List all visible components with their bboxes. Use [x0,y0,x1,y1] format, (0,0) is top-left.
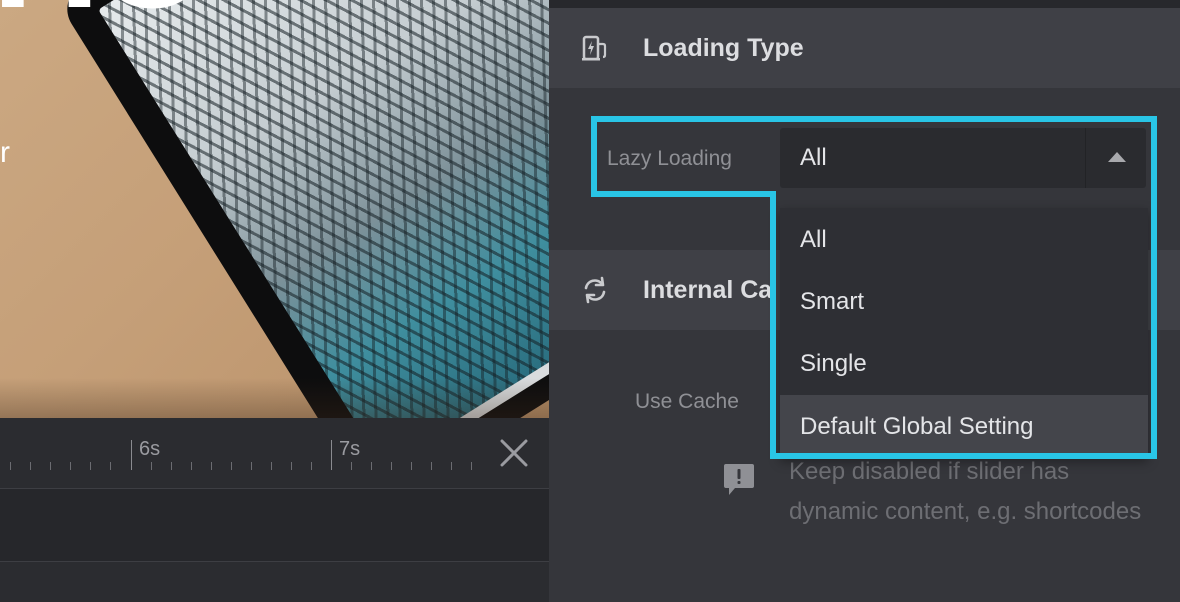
settings-panel: Loading Type Lazy Loading All Internal C… [549,0,1180,602]
option-default-global-setting[interactable]: Default Global Setting [780,395,1148,457]
internal-cache-title: Internal Ca [643,276,773,304]
comment-alert-icon [724,464,754,495]
slide-subtext: r [0,136,10,169]
lazy-loading-label: Lazy Loading [607,147,732,170]
slide-preview: HO r [0,0,549,418]
lazy-loading-select[interactable]: All [780,128,1146,188]
tablet-screen-image [98,0,549,418]
timeline: 6s 7s [0,418,549,602]
option-smart[interactable]: Smart [780,270,1148,332]
tick-label-7s: 7s [339,438,361,460]
close-icon [500,439,528,467]
timeline-ruler[interactable]: 6s 7s [0,418,549,489]
chevron-up-icon [1108,152,1126,162]
use-cache-label: Use Cache [635,390,739,413]
tick-6s [131,440,132,470]
timeline-track-row[interactable] [0,489,549,562]
loading-type-section-header[interactable]: Loading Type [549,8,1180,88]
close-timeline-button[interactable] [497,436,531,470]
refresh-icon [584,276,606,304]
loading-type-title: Loading Type [643,34,804,62]
use-cache-help-text: Keep disabled if slider has dynamic cont… [789,458,1142,525]
tablet-image [56,0,549,418]
slide-heading-text: HO [0,0,211,30]
lazy-loading-dropdown: All Smart Single Default Global Setting [780,208,1148,458]
option-all[interactable]: All [780,208,1148,270]
tick-label-6s: 6s [139,438,161,460]
charging-station-icon [582,35,607,61]
lazy-loading-selected-value: All [800,144,827,171]
tick-7s [331,440,332,470]
option-single[interactable]: Single [780,332,1148,394]
